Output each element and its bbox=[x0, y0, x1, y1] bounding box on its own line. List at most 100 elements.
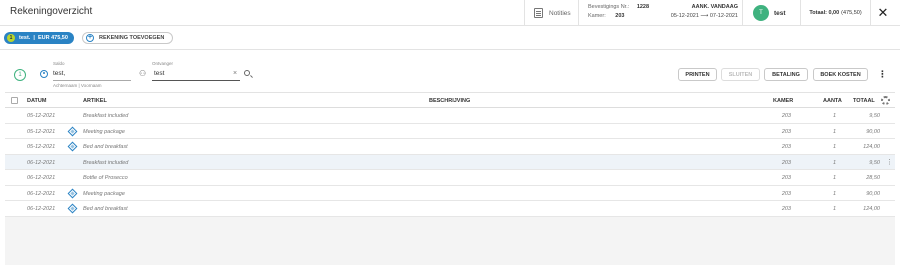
row-date: 06-12-2021 bbox=[27, 190, 56, 197]
row-total: 90,00 bbox=[866, 190, 880, 197]
notes-button[interactable]: Notities bbox=[524, 0, 579, 26]
row-date: 06-12-2021 bbox=[27, 206, 56, 212]
row-menu-icon[interactable]: ⋮ bbox=[886, 158, 893, 166]
recipient-underline bbox=[152, 80, 240, 81]
close-icon: ✕ bbox=[877, 5, 889, 20]
row-article: Bottle of Prosecco bbox=[83, 175, 128, 181]
page-title: Rekeningoverzicht bbox=[10, 6, 93, 17]
clear-icon[interactable]: × bbox=[233, 70, 237, 77]
row-qty: 1 bbox=[832, 175, 836, 181]
row-total: 9,50 bbox=[869, 159, 880, 166]
row-qty: 1 bbox=[832, 206, 836, 212]
row-date: 05-12-2021 bbox=[27, 128, 56, 135]
table-row[interactable]: 06-12-2021 Bed and breakfast 203 1 124,0… bbox=[5, 201, 895, 217]
col-date[interactable]: DATUM bbox=[27, 98, 46, 104]
plus-icon: + bbox=[86, 34, 94, 42]
add-account-label: REKENING TOEVOEGEN bbox=[99, 35, 165, 41]
row-article: Meeting package bbox=[83, 190, 125, 197]
row-total: 90,00 bbox=[866, 128, 880, 135]
guest-name: test bbox=[774, 9, 786, 17]
gear-icon[interactable] bbox=[881, 96, 890, 105]
row-room: 203 bbox=[781, 128, 791, 135]
row-article: Breakfast included bbox=[83, 113, 129, 119]
row-room: 203 bbox=[781, 206, 791, 212]
person-icon bbox=[40, 70, 48, 78]
row-article: Meeting package bbox=[83, 128, 125, 135]
row-qty: 1 bbox=[832, 128, 836, 135]
saldo-underline bbox=[53, 80, 131, 81]
add-account-button[interactable]: + REKENING TOEVOEGEN bbox=[82, 32, 174, 44]
account-tabs: 1 test. | EUR 475,50 + REKENING TOEVOEGE… bbox=[0, 27, 900, 50]
col-room[interactable]: KAMER bbox=[773, 98, 793, 104]
row-room: 203 bbox=[781, 175, 791, 181]
row-date: 06-12-2021 bbox=[27, 159, 56, 166]
select-all-checkbox[interactable] bbox=[11, 97, 18, 104]
room-number: 203 bbox=[615, 13, 625, 19]
print-button[interactable]: PRINTEN bbox=[678, 68, 717, 81]
row-qty: 1 bbox=[832, 159, 836, 166]
table-row[interactable]: 05-12-2021 Breakfast included 203 1 9,50 bbox=[5, 108, 895, 124]
table-row[interactable]: 06-12-2021 Breakfast included 203 1 9,50… bbox=[5, 154, 895, 170]
row-total: 124,00 bbox=[863, 206, 880, 212]
booking-number: 1228 bbox=[636, 4, 650, 10]
col-total[interactable]: TOTAAL bbox=[853, 98, 875, 104]
row-article: Breakfast included bbox=[83, 159, 129, 166]
package-icon bbox=[67, 141, 78, 152]
header: Rekeningoverzicht Notities Bevestigings … bbox=[0, 0, 900, 26]
saldo-hint: Achternaam | Voornaam bbox=[53, 83, 102, 88]
account-tab-label: test. | EUR 475,50 bbox=[19, 35, 68, 41]
more-options-icon[interactable]: ⋮ bbox=[878, 69, 887, 79]
row-total: 9,50 bbox=[869, 113, 880, 119]
col-qty[interactable]: AANTA bbox=[823, 98, 842, 104]
row-qty: 1 bbox=[832, 190, 836, 197]
row-article: Bed and breakfast bbox=[83, 144, 128, 150]
col-article[interactable]: ARTIKEL bbox=[83, 98, 107, 104]
col-description[interactable]: BESCHRIJVING bbox=[429, 98, 470, 104]
notes-icon bbox=[534, 8, 543, 18]
total-balance: (475,50) bbox=[841, 10, 862, 16]
row-qty: 1 bbox=[832, 113, 836, 119]
row-date: 06-12-2021 bbox=[27, 175, 56, 181]
account-tab-active[interactable]: 1 test. | EUR 475,50 bbox=[4, 32, 74, 44]
saldo-label: Saldo bbox=[53, 61, 65, 66]
package-icon bbox=[67, 188, 78, 198]
room-row: Kamer: 203 bbox=[588, 13, 624, 19]
row-room: 203 bbox=[781, 159, 791, 166]
row-room: 203 bbox=[781, 190, 791, 197]
recipient-input[interactable]: test bbox=[154, 70, 164, 77]
total-value: Totaal: 0,00 bbox=[809, 10, 840, 16]
book-costs-button[interactable]: BOEK KOSTEN bbox=[813, 68, 868, 81]
saldo-input[interactable]: test, bbox=[53, 70, 65, 77]
toolbar: 1 Saldo test, Achternaam | Voornaam ⚇ On… bbox=[5, 55, 895, 93]
booking-number-row: Bevestigings Nr.: 1228 bbox=[588, 4, 649, 10]
table-header: DATUM ARTIKEL BESCHRIJVING KAMER AANTA T… bbox=[5, 92, 895, 108]
stay-dates: 05-12-2021 ⟶ 07-12-2021 bbox=[670, 13, 738, 19]
payment-button[interactable]: BETALING bbox=[764, 68, 808, 81]
transactions-table: DATUM ARTIKEL BESCHRIJVING KAMER AANTA T… bbox=[5, 92, 895, 265]
recipient-label: Ontvanger bbox=[152, 61, 174, 66]
search-icon[interactable] bbox=[244, 70, 250, 76]
table-row[interactable]: 05-12-2021 Meeting package 203 1 90,00 bbox=[5, 123, 895, 139]
row-room: 203 bbox=[781, 113, 791, 119]
table-row[interactable]: 05-12-2021 Bed and breakfast 203 1 124,0… bbox=[5, 139, 895, 155]
row-article: Bed and breakfast bbox=[83, 206, 128, 212]
row-date: 05-12-2021 bbox=[27, 113, 56, 119]
close-account-button[interactable]: SLUITEN bbox=[721, 68, 760, 81]
account-index-badge: 1 bbox=[7, 34, 15, 42]
step-badge: 1 bbox=[14, 69, 26, 81]
row-room: 203 bbox=[781, 144, 791, 150]
row-total: 28,50 bbox=[866, 175, 880, 181]
row-qty: 1 bbox=[832, 144, 836, 150]
total-summary: Totaal: 0,00 (475,50) bbox=[801, 0, 871, 26]
room-label: Kamer: bbox=[588, 13, 606, 19]
package-icon bbox=[67, 126, 78, 136]
avatar: T bbox=[753, 5, 769, 21]
table-row[interactable]: 06-12-2021 Meeting package 203 1 90,00 bbox=[5, 185, 895, 201]
row-total: 124,00 bbox=[863, 144, 880, 150]
guest-info[interactable]: T test bbox=[743, 0, 801, 26]
table-row[interactable]: 06-12-2021 Bottle of Prosecco 203 1 28,5… bbox=[5, 170, 895, 186]
close-button[interactable]: ✕ bbox=[875, 5, 891, 21]
booking-info: Bevestigings Nr.: 1228 Kamer: 203 AANK. … bbox=[580, 0, 743, 26]
notes-label: Notities bbox=[549, 9, 571, 17]
package-icon bbox=[67, 203, 78, 214]
